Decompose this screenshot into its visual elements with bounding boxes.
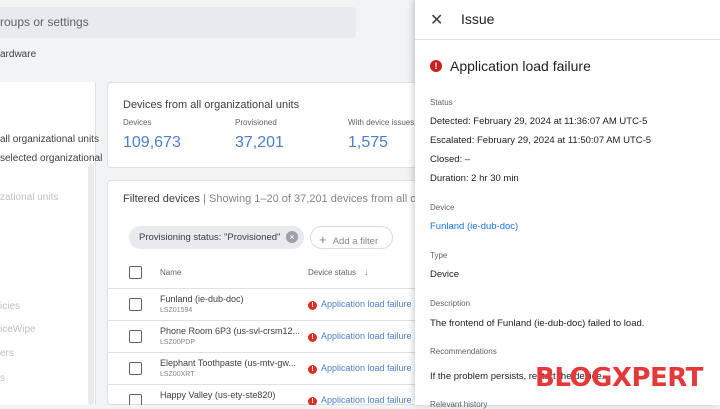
stat-value-devices[interactable]: 109,673: [123, 134, 181, 152]
ou-sidebar: all organizational units selected organi…: [0, 82, 102, 405]
table-title: Filtered devices: [123, 193, 201, 205]
stat-label-devices: Devices: [123, 118, 152, 127]
plus-icon: +: [319, 232, 327, 247]
issue-panel: ✕ Issue ! Application load failure Statu…: [415, 0, 720, 409]
stat-label-provisioned: Provisioned: [235, 118, 277, 127]
error-icon: !: [308, 301, 317, 310]
row-checkbox[interactable]: [129, 298, 142, 311]
ou-item-selected[interactable]: selected organizational: [0, 153, 102, 164]
type-label: Type: [430, 251, 448, 260]
error-icon: !: [308, 365, 317, 374]
faded-item: zational units: [0, 192, 59, 203]
table-header: Name Device status ↓: [108, 257, 428, 289]
duration-text: Duration: 2 hr 30 min: [430, 173, 519, 184]
faded-item: s: [0, 373, 5, 384]
detected-text: Detected: February 29, 2024 at 11:36:07 …: [430, 116, 648, 127]
table-row[interactable]: Happy Valley (us-ety-ste820) ! Applicatio…: [108, 385, 428, 405]
filter-chip-label: Provisioning status: "Provisioned": [139, 232, 281, 243]
row-device-id: LSZ01594: [160, 307, 193, 314]
stat-value-issues[interactable]: 1,575: [348, 134, 388, 152]
panel-header: ✕ Issue: [415, 0, 720, 40]
escalated-text: Escalated: February 29, 2024 at 11:50:07…: [430, 135, 652, 146]
hardware-label: ardware: [0, 49, 37, 60]
faded-item: iceWipe: [0, 324, 36, 335]
table-row[interactable]: Phone Room 6P3 (us-svl-crsm12... LSZ00PD…: [108, 321, 428, 353]
sidebar-scrollbar[interactable]: [88, 164, 94, 405]
row-status[interactable]: ! Application load failure: [308, 363, 412, 374]
blogxpert-watermark: BLOGXPERT: [535, 363, 703, 393]
sort-arrow-icon: ↓: [364, 268, 369, 277]
row-device-id: LSZ00XRT: [160, 371, 195, 378]
table-heading: Filtered devices | Showing 1–20 of 37,20…: [123, 193, 416, 205]
ou-item-all[interactable]: all organizational units: [0, 134, 99, 145]
table-row[interactable]: Funland (ie-dub-doc) LSZ01594 ! Applicati…: [108, 289, 428, 321]
row-device-name[interactable]: Phone Room 6P3 (us-svl-crsm12...: [160, 326, 300, 336]
recommendations-label: Recommendations: [430, 347, 497, 356]
row-device-name[interactable]: Funland (ie-dub-doc): [160, 294, 244, 304]
add-filter-label: Add a filter: [332, 236, 379, 247]
stats-card: Devices from all organizational units De…: [107, 82, 427, 168]
status-label: Status: [430, 98, 453, 107]
faded-item: icies: [0, 301, 21, 312]
device-label: Device: [430, 203, 455, 212]
close-icon[interactable]: ✕: [430, 10, 443, 30]
row-device-name[interactable]: Happy Valley (us-ety-ste820): [160, 390, 275, 400]
row-status[interactable]: ! Application load failure: [308, 395, 412, 405]
column-header-status-label: Device status: [308, 268, 357, 277]
type-value: Device: [430, 269, 460, 280]
error-icon: !: [308, 397, 317, 405]
device-link[interactable]: Funland (ie-dub-doc): [430, 221, 518, 232]
stats-title: Devices from all organizational units: [123, 99, 300, 111]
faded-item: ers: [0, 348, 14, 359]
remove-filter-icon[interactable]: ×: [286, 231, 298, 243]
closed-text: Closed: –: [430, 154, 471, 165]
row-status-label: Application load failure: [321, 395, 412, 405]
table-row[interactable]: Elephant Toothpaste (us-mtv-gw... LSZ00X…: [108, 353, 428, 385]
row-status[interactable]: ! Application load failure: [308, 331, 412, 342]
row-status-label: Application load failure: [321, 299, 412, 309]
panel-title: Issue: [461, 11, 495, 27]
search-placeholder: roups or settings: [0, 15, 89, 29]
row-status-label: Application load failure: [321, 363, 412, 373]
stat-value-provisioned[interactable]: 37,201: [235, 134, 284, 152]
row-status-label: Application load failure: [321, 331, 412, 341]
stat-label-issues: With device issues: [348, 118, 415, 127]
row-checkbox[interactable]: [129, 330, 142, 343]
issue-title: Application load failure: [450, 58, 591, 74]
description-value: The frontend of Funland (ie-dub-doc) fai…: [430, 318, 645, 329]
row-device-id: LSZ00PDP: [160, 339, 196, 346]
add-filter-button[interactable]: + Add a filter: [310, 226, 393, 249]
table-subheading: | Showing 1–20 of 37,201 devices from al…: [203, 193, 417, 205]
row-checkbox[interactable]: [129, 362, 142, 375]
description-label: Description: [430, 299, 471, 308]
row-device-name[interactable]: Elephant Toothpaste (us-mtv-gw...: [160, 358, 296, 368]
row-status[interactable]: ! Application load failure: [308, 299, 412, 310]
column-header-status[interactable]: Device status ↓: [308, 268, 368, 277]
error-icon: !: [308, 333, 317, 342]
column-header-name[interactable]: Name: [160, 268, 181, 277]
select-all-checkbox[interactable]: [129, 266, 142, 279]
row-checkbox[interactable]: [129, 394, 142, 405]
search-bar[interactable]: roups or settings: [0, 7, 356, 38]
error-icon: !: [430, 60, 442, 72]
devices-table-card: Filtered devices | Showing 1–20 of 37,20…: [107, 180, 428, 405]
filter-chip[interactable]: Provisioning status: "Provisioned" ×: [129, 226, 304, 249]
